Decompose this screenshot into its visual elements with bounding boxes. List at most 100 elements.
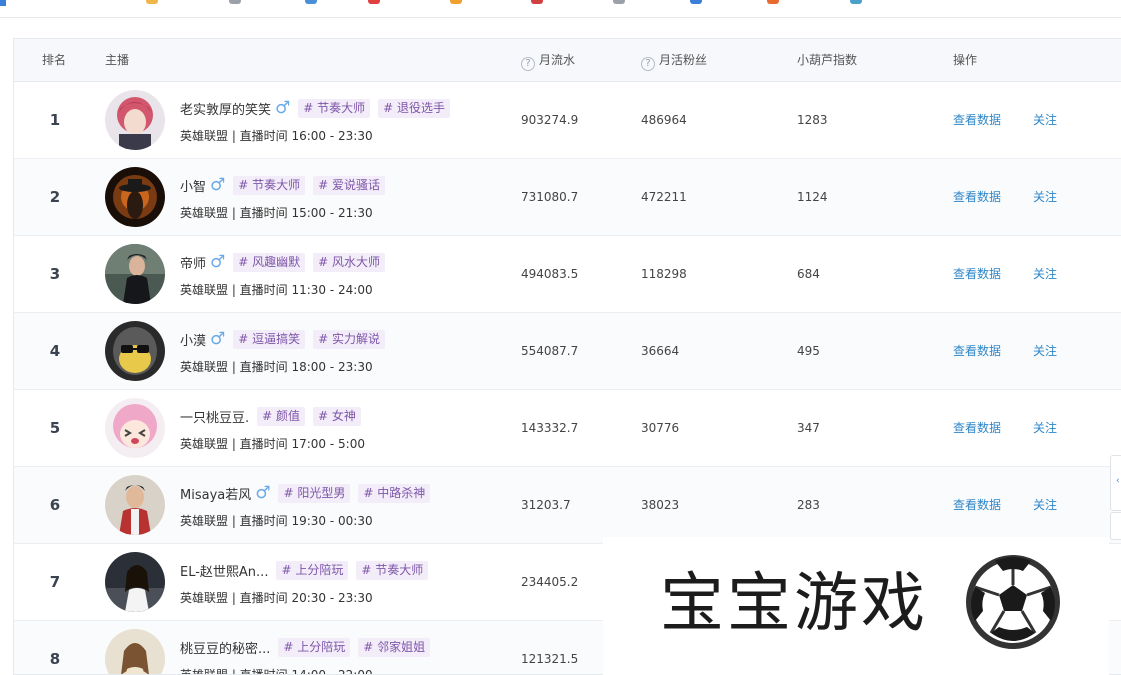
watermark-text: 宝宝游戏 — [660, 567, 928, 641]
toolbar-icon[interactable] — [613, 0, 625, 4]
tag[interactable]: # 退役选手 — [378, 98, 451, 118]
tag[interactable]: # 节奏大师 — [356, 560, 429, 580]
streamer-name[interactable]: 小智 — [180, 176, 206, 195]
view-data-link[interactable]: 查看数据 — [953, 313, 1001, 390]
top-toolbar-strip — [0, 0, 1121, 18]
tag[interactable]: # 风水大师 — [313, 252, 386, 272]
toolbar-icon[interactable] — [229, 0, 241, 4]
avatar[interactable] — [105, 321, 165, 381]
hulu-index: 1124 — [797, 190, 828, 204]
tag[interactable]: # 实力解说 — [313, 329, 386, 349]
toolbar-icon[interactable] — [450, 0, 462, 4]
game-and-schedule: 英雄联盟 | 直播时间 19:30 - 00:30 — [180, 514, 373, 528]
avatar[interactable] — [105, 552, 165, 612]
tag[interactable]: # 阳光型男 — [278, 483, 351, 503]
game-and-schedule: 英雄联盟 | 直播时间 17:00 - 5:00 — [180, 437, 365, 451]
follow-link[interactable]: 关注 — [1033, 236, 1057, 313]
header-index: 小葫芦指数 — [797, 53, 858, 67]
streamer-name[interactable]: 小漠 — [180, 330, 206, 349]
follow-link[interactable]: 关注 — [1033, 82, 1057, 159]
game-and-schedule: 英雄联盟 | 直播时间 14:00 - 22:00 — [180, 668, 373, 675]
monthly-revenue: 554087.7 — [521, 344, 579, 358]
male-icon: ♂ — [275, 97, 291, 118]
hulu-index: 495 — [797, 344, 820, 358]
tag[interactable]: # 节奏大师 — [233, 175, 306, 195]
streamer-name-line: 小智 ♂ # 节奏大师 # 爱说骚话 — [180, 174, 386, 196]
rank-number: 6 — [49, 496, 61, 514]
streamer-name[interactable]: 一只桃豆豆. — [180, 407, 249, 426]
avatar[interactable] — [105, 90, 165, 150]
game-and-schedule: 英雄联盟 | 直播时间 11:30 - 24:00 — [180, 283, 373, 297]
toolbar-icon[interactable] — [305, 0, 317, 4]
header-actions: 操作 — [953, 53, 978, 67]
monthly-revenue: 121321.5 — [521, 652, 579, 666]
table-row: 4 小漠 ♂ # 逗逼搞笑 # 实力解说 英雄联盟 | 直播时间 18:00 -… — [14, 313, 1121, 390]
view-data-link[interactable]: 查看数据 — [953, 82, 1001, 159]
toolbar-icon[interactable] — [690, 0, 702, 4]
streamer-name[interactable]: 老实敦厚的笑笑 — [180, 99, 271, 118]
streamer-name[interactable]: Misaya若风 — [180, 484, 251, 503]
side-float-button[interactable]: ‹ — [1110, 455, 1121, 511]
toolbar-icon[interactable] — [767, 0, 779, 4]
toolbar-icon[interactable] — [531, 0, 543, 4]
tag[interactable]: # 颜值 — [257, 406, 306, 426]
rank-number: 7 — [49, 573, 61, 591]
monthly-fans: 118298 — [641, 267, 687, 281]
tag[interactable]: # 中路杀神 — [358, 483, 431, 503]
tag[interactable]: # 节奏大师 — [298, 98, 371, 118]
hulu-index: 283 — [797, 498, 820, 512]
header-rank: 排名 — [42, 53, 67, 67]
streamer-name[interactable]: 桃豆豆的秘密... — [180, 638, 270, 657]
help-icon[interactable]: ? — [521, 57, 535, 71]
tag[interactable]: # 上分陪玩 — [276, 560, 349, 580]
table-header: 排名 主播 ? 月流水 ? 月活粉丝 小葫芦指数 操作 — [14, 39, 1121, 82]
monthly-revenue: 31203.7 — [521, 498, 571, 512]
monthly-revenue: 731080.7 — [521, 190, 579, 204]
view-data-link[interactable]: 查看数据 — [953, 236, 1001, 313]
streamer-name-line: 帝师 ♂ # 风趣幽默 # 风水大师 — [180, 251, 386, 273]
follow-link[interactable]: 关注 — [1033, 313, 1057, 390]
follow-link[interactable]: 关注 — [1033, 159, 1057, 236]
avatar[interactable] — [105, 629, 165, 674]
side-float-button[interactable] — [1110, 512, 1121, 540]
toolbar-edge-icon — [0, 0, 14, 6]
hulu-index: 684 — [797, 267, 820, 281]
tag[interactable]: # 爱说骚话 — [313, 175, 386, 195]
toolbar-icon[interactable] — [146, 0, 158, 4]
tag[interactable]: # 逗逼搞笑 — [233, 329, 306, 349]
male-icon: ♂ — [210, 251, 226, 272]
header-monthly-revenue[interactable]: ? 月流水 — [521, 39, 575, 82]
toolbar-icon[interactable] — [850, 0, 862, 4]
follow-link[interactable]: 关注 — [1033, 390, 1057, 467]
view-data-link[interactable]: 查看数据 — [953, 390, 1001, 467]
follow-link[interactable]: 关注 — [1033, 467, 1057, 544]
tag[interactable]: # 风趣幽默 — [233, 252, 306, 272]
male-icon: ♂ — [210, 328, 226, 349]
rank-number: 8 — [49, 650, 61, 668]
chevron-left-icon: ‹ — [1116, 476, 1120, 486]
tag[interactable]: # 邻家姐姐 — [358, 637, 431, 657]
hulu-index: 1283 — [797, 113, 828, 127]
male-icon: ♂ — [255, 482, 271, 503]
view-data-link[interactable]: 查看数据 — [953, 159, 1001, 236]
header-monthly-fans[interactable]: ? 月活粉丝 — [641, 39, 707, 82]
rank-number: 3 — [49, 265, 61, 283]
view-data-link[interactable]: 查看数据 — [953, 467, 1001, 544]
streamer-name[interactable]: EL-赵世熙An... — [180, 561, 268, 580]
help-icon[interactable]: ? — [641, 57, 655, 71]
monthly-fans: 472211 — [641, 190, 687, 204]
streamer-name-line: 一只桃豆豆. # 颜值 # 女神 — [180, 405, 361, 427]
monthly-revenue: 903274.9 — [521, 113, 579, 127]
toolbar-icon[interactable] — [368, 0, 380, 4]
streamer-name[interactable]: 帝师 — [180, 253, 206, 272]
tag[interactable]: # 女神 — [313, 406, 361, 426]
male-icon: ♂ — [210, 174, 226, 195]
rank-number: 1 — [49, 111, 61, 129]
avatar[interactable] — [105, 167, 165, 227]
avatar[interactable] — [105, 398, 165, 458]
monthly-fans: 30776 — [641, 421, 680, 435]
avatar[interactable] — [105, 244, 165, 304]
avatar[interactable] — [105, 475, 165, 535]
table-row: 2 小智 ♂ # 节奏大师 # 爱说骚话 英雄联盟 | 直播时间 15:00 -… — [14, 159, 1121, 236]
tag[interactable]: # 上分陪玩 — [278, 637, 351, 657]
